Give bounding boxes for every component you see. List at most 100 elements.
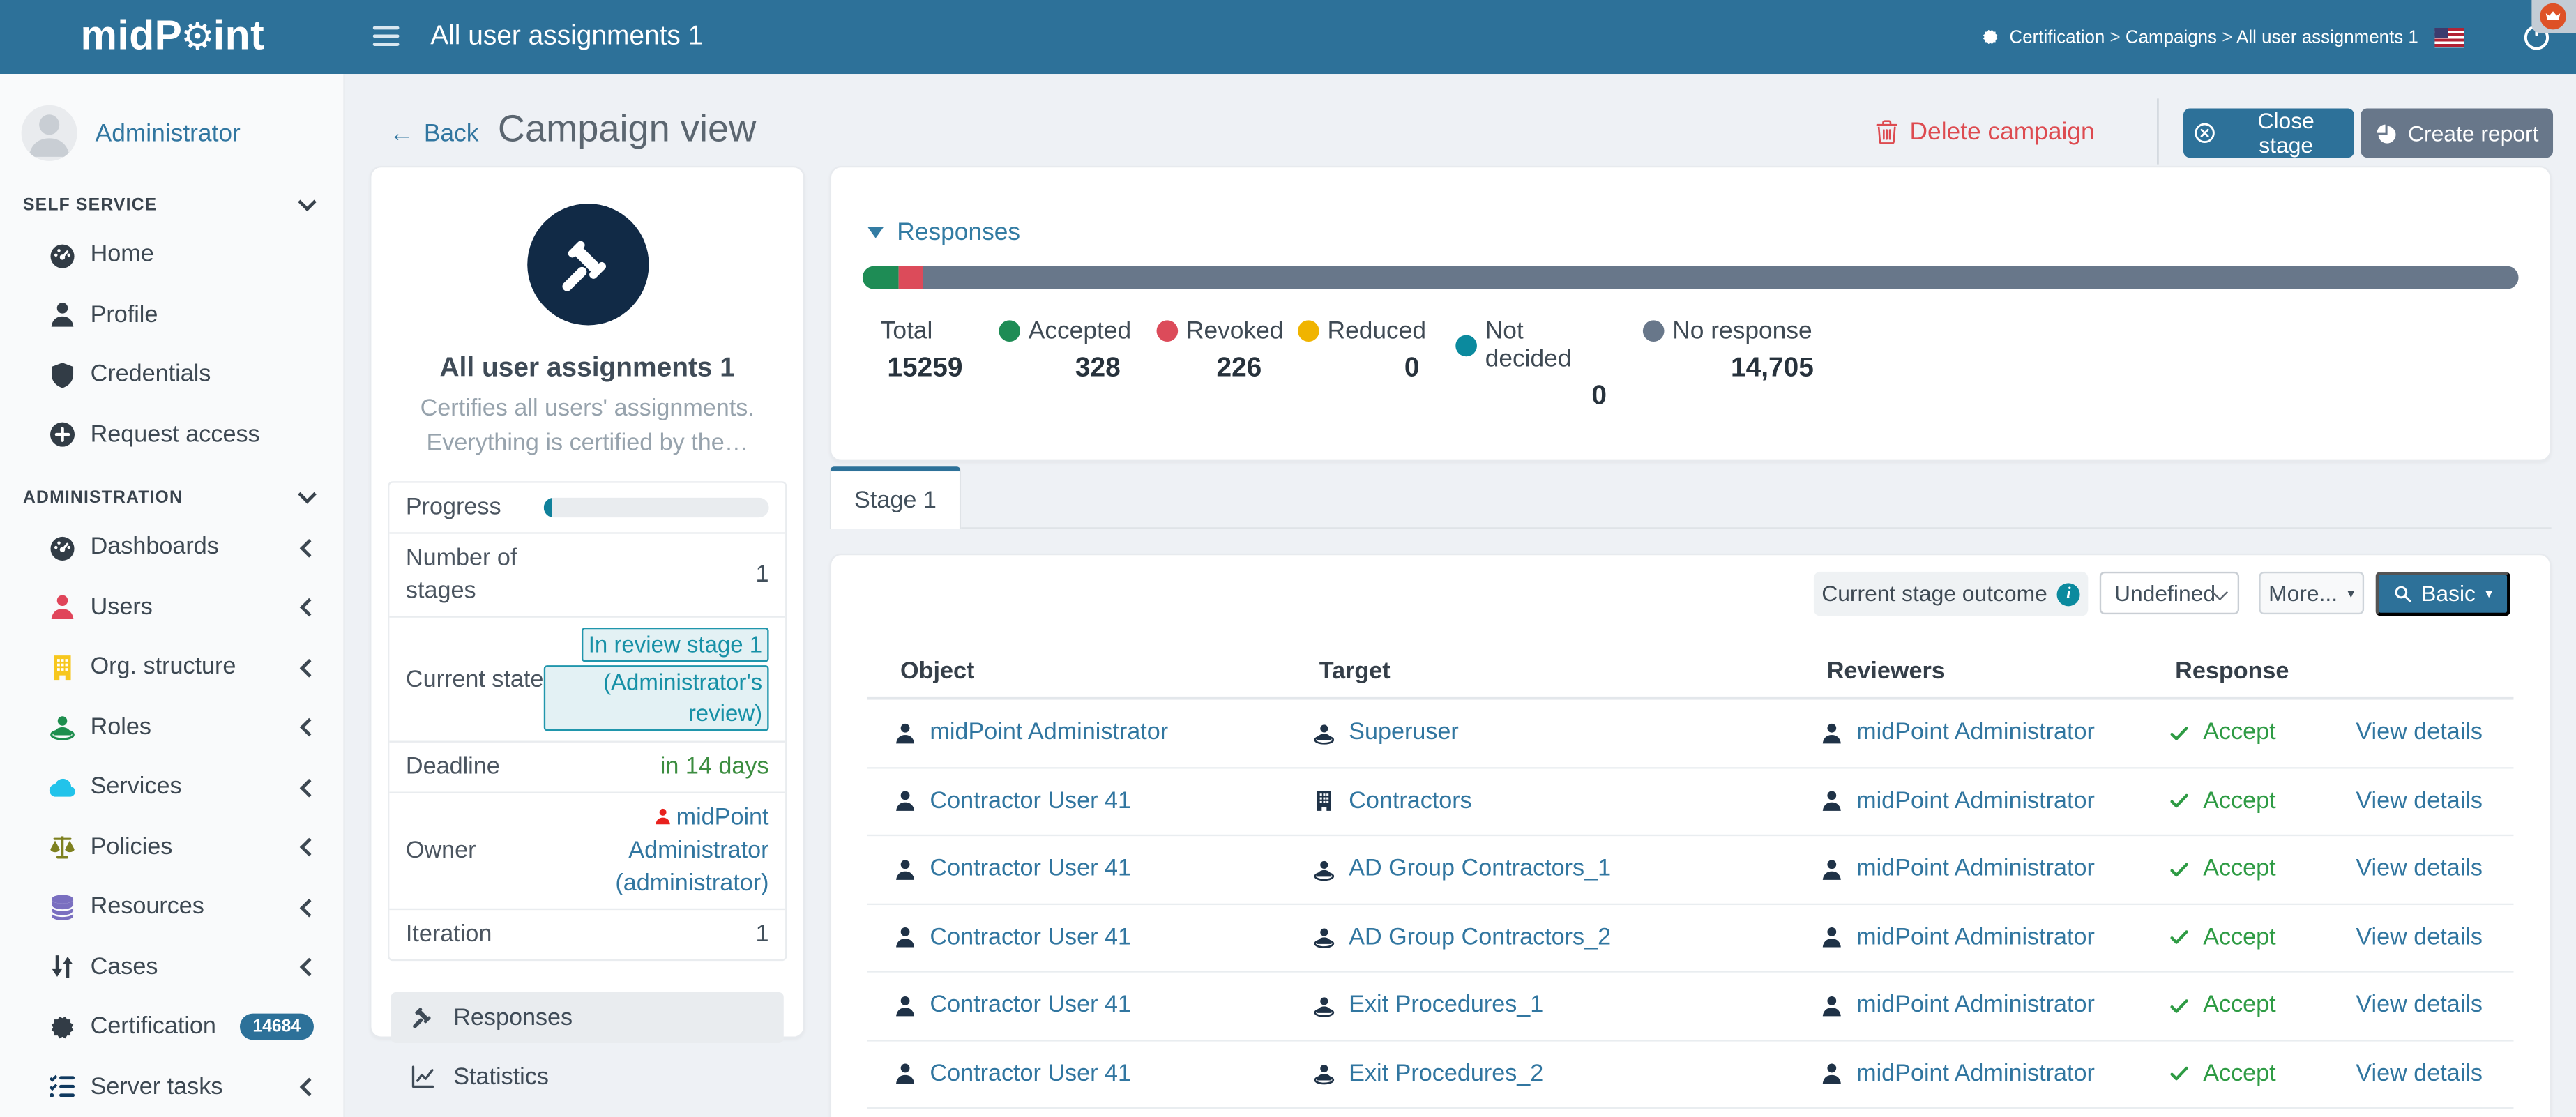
delete-campaign-button[interactable]: Delete campaign <box>1877 119 2094 146</box>
back-button[interactable]: ← Back <box>389 120 478 148</box>
target-link[interactable]: AD Group Contractors_1 <box>1349 856 1611 883</box>
target-link[interactable]: AD Group Contractors_2 <box>1349 925 1611 951</box>
reviewer-link[interactable]: midPoint Administrator <box>1856 1061 2095 1087</box>
reviewer-cell: midPoint Administrator <box>1820 993 2168 1019</box>
campaign-name: All user assignments 1 <box>371 354 803 385</box>
create-report-button[interactable]: Create report <box>2361 108 2553 158</box>
sidebar-item-policies[interactable]: Policies <box>0 817 343 877</box>
sidebar-item-credentials[interactable]: Credentials <box>0 345 343 405</box>
view-details-link[interactable]: View details <box>2356 1061 2483 1087</box>
target-cell: AD Group Contractors_1 <box>1312 856 1820 883</box>
avatar[interactable] <box>22 105 77 161</box>
menu-toggle-icon[interactable] <box>373 26 400 46</box>
view-details-link[interactable]: View details <box>2356 788 2483 814</box>
current-state-link[interactable]: In review stage 1 <box>582 628 768 662</box>
object-cell: Contractor User 41 <box>894 788 1313 814</box>
sidebar-item-cases[interactable]: Cases <box>0 937 343 997</box>
sidebar-item-resources[interactable]: Resources <box>0 877 343 937</box>
sidebar-item-dashboards[interactable]: Dashboards <box>0 517 343 577</box>
reviewer-link[interactable]: midPoint Administrator <box>1856 720 2095 746</box>
sidebar-item-roles[interactable]: Roles <box>0 697 343 757</box>
sidebar-section-header-self-service[interactable]: SELF SERVICE <box>0 189 343 222</box>
view-details-link[interactable]: View details <box>2356 925 2483 951</box>
reviewer-link[interactable]: midPoint Administrator <box>1856 993 2095 1019</box>
sidebar-item-home[interactable]: Home <box>0 225 343 285</box>
sidebar-item-services[interactable]: Services <box>0 757 343 817</box>
check-icon <box>2169 995 2190 1017</box>
check-icon <box>2169 1063 2190 1085</box>
sidebar-section-header-administration[interactable]: ADMINISTRATION <box>0 481 343 514</box>
actions-cell: View details <box>2356 856 2513 883</box>
info-icon[interactable]: i <box>2057 582 2080 605</box>
user-icon <box>1820 994 1843 1018</box>
stat-revoked: Revoked226 <box>1157 317 1262 413</box>
reviewer-link[interactable]: midPoint Administrator <box>1856 856 2095 883</box>
reviewer-link[interactable]: midPoint Administrator <box>1856 925 2095 951</box>
breadcrumb-items: Certification > Campaigns > All user ass… <box>2010 27 2418 47</box>
object-link[interactable]: midPoint Administrator <box>930 720 1168 746</box>
view-details-link[interactable]: View details <box>2356 720 2483 746</box>
user-ring-icon <box>1312 857 1335 881</box>
response-cell: Accept <box>2169 993 2356 1019</box>
outcome-select[interactable]: Undefined <box>2100 572 2239 614</box>
user-icon <box>894 721 917 745</box>
count-badge: 14684 <box>239 1014 313 1040</box>
card-menu-item-responses[interactable]: Responses <box>391 992 784 1043</box>
target-link[interactable]: Exit Procedures_2 <box>1349 1061 1543 1087</box>
section-label: ADMINISTRATION <box>23 488 183 508</box>
owner-link[interactable]: midPointAdministrator(administrator) <box>544 802 769 900</box>
sidebar-item-label: Roles <box>91 714 302 740</box>
breadcrumb-item[interactable]: Campaigns <box>2126 27 2217 47</box>
view-details-link[interactable]: View details <box>2356 856 2483 883</box>
object-link[interactable]: Contractor User 41 <box>930 925 1131 951</box>
extension-crown-icon[interactable] <box>2540 3 2566 29</box>
actions-cell: View details <box>2356 1061 2513 1087</box>
sidebar-item-label: Profile <box>91 302 314 328</box>
sidebar-item-label: Users <box>91 594 302 621</box>
stat-label: Reduced <box>1328 317 1426 345</box>
table-row: Contractor User 41 Contractors midPoint Ad… <box>867 768 2514 836</box>
sidebar: Administrator SELF SERVICEHome Profile Cre… <box>0 74 345 1117</box>
sidebar-item-users[interactable]: Users <box>0 577 343 637</box>
object-link[interactable]: Contractor User 41 <box>930 993 1131 1019</box>
target-link[interactable]: Superuser <box>1349 720 1459 746</box>
response-cell: Accept <box>2169 720 2356 746</box>
sidebar-item-profile[interactable]: Profile <box>0 285 343 345</box>
chevron-left-icon <box>299 659 317 676</box>
object-cell: midPoint Administrator <box>894 720 1313 746</box>
object-link[interactable]: Contractor User 41 <box>930 788 1131 814</box>
locale-flag-us[interactable] <box>2434 28 2464 47</box>
view-details-link[interactable]: View details <box>2356 993 2483 1019</box>
target-link[interactable]: Exit Procedures_1 <box>1349 993 1543 1019</box>
sidebar-item-label: Request access <box>91 422 314 448</box>
midpoint-logo[interactable]: midP⚙int <box>0 0 345 74</box>
sidebar-item-request-access[interactable]: Request access <box>0 405 343 465</box>
breadcrumb-item[interactable]: Certification <box>2010 27 2105 47</box>
col-header-target[interactable]: Target <box>1312 659 1820 685</box>
check-icon <box>2169 791 2190 812</box>
sidebar-user-link[interactable]: Administrator <box>96 119 241 147</box>
response-label: Accept <box>2203 856 2275 883</box>
shuffle-icon <box>47 953 77 981</box>
reviewer-cell: midPoint Administrator <box>1820 925 2168 951</box>
reviewer-link[interactable]: midPoint Administrator <box>1856 788 2095 814</box>
object-link[interactable]: Contractor User 41 <box>930 856 1131 883</box>
tab-stage-1[interactable]: Stage 1 <box>830 466 961 529</box>
basic-search-button[interactable]: Basic ▾ <box>2376 572 2510 616</box>
responses-header-toggle[interactable]: Responses <box>867 218 1020 246</box>
sidebar-item-certification[interactable]: Certification14684 <box>0 997 343 1057</box>
card-menu-item-statistics[interactable]: Statistics <box>391 1051 784 1102</box>
reviewer-cell: midPoint Administrator <box>1820 1061 2168 1087</box>
breadcrumb-item[interactable]: All user assignments 1 <box>2236 27 2418 47</box>
stat-value: 0 <box>1455 381 1607 413</box>
object-link[interactable]: Contractor User 41 <box>930 1061 1131 1087</box>
sidebar-item-org-structure[interactable]: Org. structure <box>0 637 343 697</box>
more-filters-button[interactable]: More... ▾ <box>2259 572 2364 614</box>
close-stage-button[interactable]: Close stage <box>2183 108 2354 158</box>
col-header-object[interactable]: Object <box>894 659 1313 685</box>
response-label: Accept <box>2203 720 2275 746</box>
chevron-left-icon <box>299 599 317 616</box>
current-state-link[interactable]: (Administrator's review) <box>544 665 769 731</box>
target-link[interactable]: Contractors <box>1349 788 1472 814</box>
sidebar-item-server-tasks[interactable]: Server tasks <box>0 1057 343 1117</box>
